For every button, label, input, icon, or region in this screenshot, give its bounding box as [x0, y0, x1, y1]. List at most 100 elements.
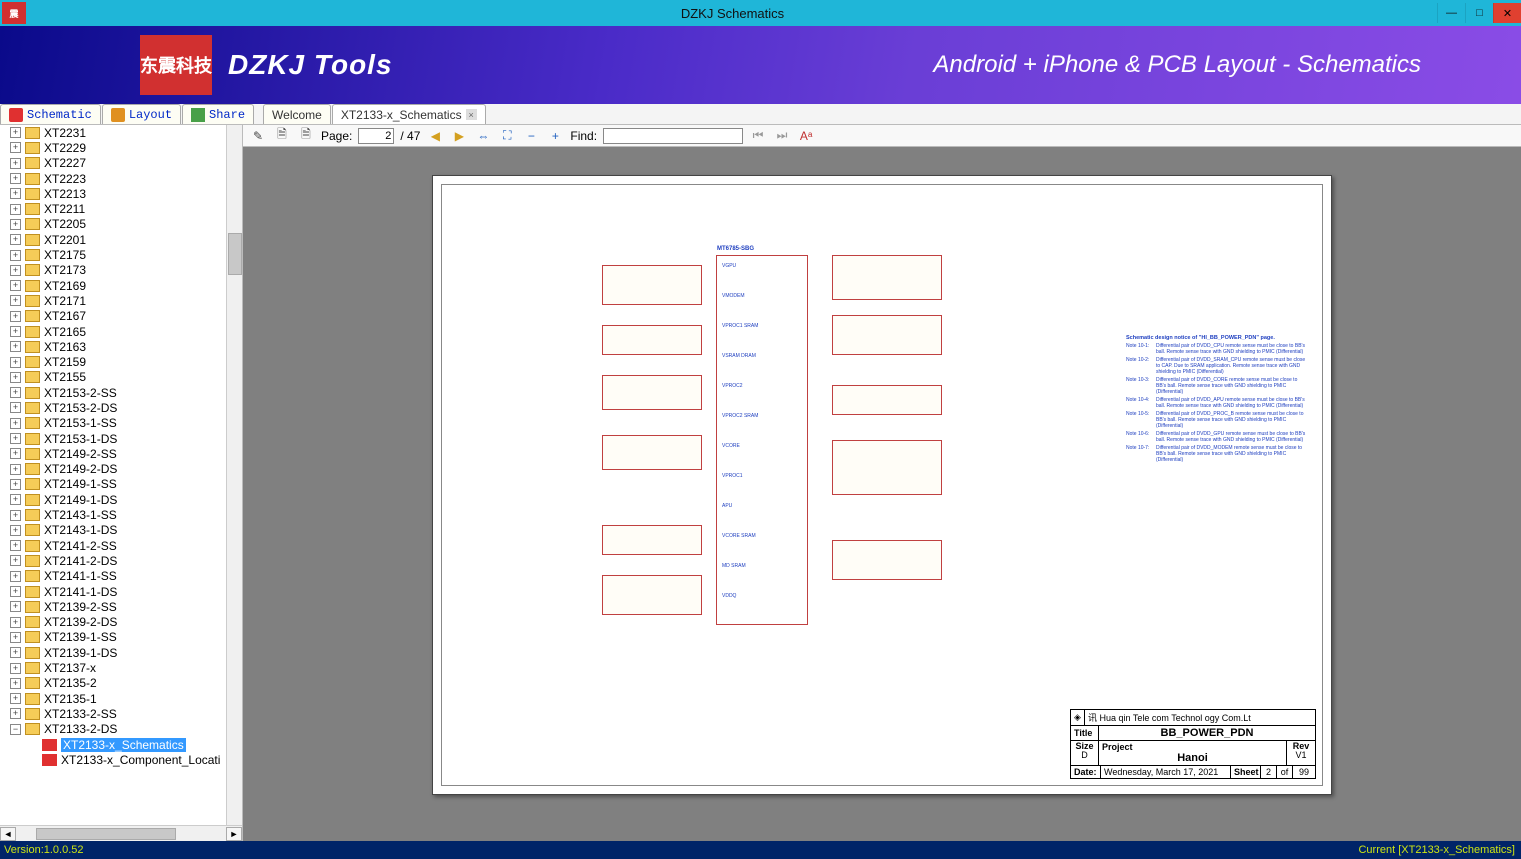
tree-folder-node[interactable]: +XT2213 [10, 186, 242, 201]
expand-icon[interactable]: + [10, 510, 21, 521]
find-next-button[interactable]: ⏭ [773, 127, 791, 145]
zoom-in-button[interactable]: + [546, 127, 564, 145]
window-maximize-button[interactable]: □ [1465, 3, 1493, 23]
tree-folder-node[interactable]: +XT2149-2-SS [10, 446, 242, 461]
expand-icon[interactable]: + [10, 158, 21, 169]
tree-folder-node[interactable]: +XT2169 [10, 278, 242, 293]
scroll-left-button[interactable]: ◄ [0, 827, 16, 841]
tree-folder-node[interactable]: +XT2201 [10, 232, 242, 247]
expand-icon[interactable]: + [10, 555, 21, 566]
tab-layout[interactable]: Layout [102, 104, 181, 124]
tree-folder-node[interactable]: +XT2141-2-SS [10, 538, 242, 553]
window-close-button[interactable]: ✕ [1493, 3, 1521, 23]
tree-folder-node[interactable]: −XT2133-2-DS [10, 722, 242, 737]
tree-folder-node[interactable]: +XT2141-1-DS [10, 584, 242, 599]
expand-icon[interactable]: + [10, 571, 21, 582]
expand-icon[interactable]: + [10, 326, 21, 337]
expand-icon[interactable]: + [10, 265, 21, 276]
expand-icon[interactable]: + [10, 494, 21, 505]
tree-vertical-scrollbar[interactable] [226, 125, 242, 825]
tree-folder-node[interactable]: +XT2139-2-SS [10, 599, 242, 614]
expand-icon[interactable]: + [10, 250, 21, 261]
tree-horizontal-scrollbar[interactable]: ◄ ► [0, 825, 242, 841]
tree-folder-node[interactable]: +XT2149-2-DS [10, 462, 242, 477]
tree-folder-node[interactable]: +XT2141-1-SS [10, 569, 242, 584]
expand-icon[interactable]: + [10, 617, 21, 628]
scroll-right-button[interactable]: ► [226, 827, 242, 841]
tree-folder-node[interactable]: +XT2139-1-SS [10, 630, 242, 645]
expand-icon[interactable]: + [10, 708, 21, 719]
tree-folder-node[interactable]: +XT2149-1-DS [10, 492, 242, 507]
find-input[interactable] [603, 128, 743, 144]
tool-button[interactable]: 🗎 [297, 127, 315, 145]
expand-icon[interactable]: + [10, 234, 21, 245]
expand-icon[interactable]: + [10, 402, 21, 413]
tree-folder-node[interactable]: +XT2227 [10, 156, 242, 171]
tree-folder-node[interactable]: +XT2167 [10, 309, 242, 324]
expand-icon[interactable]: + [10, 601, 21, 612]
expand-icon[interactable]: + [10, 632, 21, 643]
tree-folder-node[interactable]: +XT2231 [10, 125, 242, 140]
expand-icon[interactable]: + [10, 372, 21, 383]
tree-folder-node[interactable]: +XT2211 [10, 201, 242, 216]
tree-folder-node[interactable]: +XT2155 [10, 370, 242, 385]
expand-icon[interactable]: + [10, 280, 21, 291]
close-icon[interactable]: × [466, 109, 477, 120]
tree-folder-node[interactable]: +XT2137-x [10, 660, 242, 675]
tree-folder-node[interactable]: +XT2143-1-DS [10, 523, 242, 538]
tree-folder-node[interactable]: +XT2135-1 [10, 691, 242, 706]
expand-icon[interactable]: + [10, 204, 21, 215]
expand-icon[interactable]: + [10, 540, 21, 551]
tree-folder-node[interactable]: +XT2153-1-SS [10, 416, 242, 431]
expand-icon[interactable]: + [10, 418, 21, 429]
tree-file-node[interactable]: XT2133-x_Component_Locati [10, 752, 242, 767]
page-canvas[interactable]: MT6785-SBG VGPUVMODEMVPRO [243, 147, 1521, 841]
tree-folder-node[interactable]: +XT2139-1-DS [10, 645, 242, 660]
scrollbar-thumb[interactable] [36, 828, 176, 840]
tool-button[interactable]: ✎ [249, 127, 267, 145]
expand-icon[interactable]: + [10, 647, 21, 658]
tree-folder-node[interactable]: +XT2143-1-SS [10, 507, 242, 522]
tree-folder-node[interactable]: +XT2139-2-DS [10, 615, 242, 630]
text-size-button[interactable]: Aᵃ [797, 127, 815, 145]
expand-icon[interactable]: + [10, 678, 21, 689]
expand-icon[interactable]: + [10, 188, 21, 199]
expand-icon[interactable]: + [10, 448, 21, 459]
tree-folder-node[interactable]: +XT2153-2-SS [10, 385, 242, 400]
tree-file-node[interactable]: XT2133-x_Schematics [10, 737, 242, 752]
expand-icon[interactable]: + [10, 219, 21, 230]
expand-icon[interactable]: + [10, 663, 21, 674]
tree-folder-node[interactable]: +XT2173 [10, 263, 242, 278]
tree-folder-node[interactable]: +XT2133-2-SS [10, 706, 242, 721]
tree-folder-node[interactable]: +XT2163 [10, 339, 242, 354]
expand-icon[interactable]: + [10, 387, 21, 398]
tab-share[interactable]: Share [182, 104, 254, 124]
expand-icon[interactable]: + [10, 586, 21, 597]
tree-folder-node[interactable]: +XT2149-1-SS [10, 477, 242, 492]
tree-folder-node[interactable]: +XT2205 [10, 217, 242, 232]
doc-tab-schematics[interactable]: XT2133-x_Schematics × [332, 104, 486, 124]
fit-width-button[interactable]: ⇔ [474, 127, 492, 145]
tree-folder-node[interactable]: +XT2223 [10, 171, 242, 186]
tree-folder-node[interactable]: +XT2171 [10, 293, 242, 308]
expand-icon[interactable]: + [10, 295, 21, 306]
expand-icon[interactable]: + [10, 479, 21, 490]
tree-folder-node[interactable]: +XT2153-1-DS [10, 431, 242, 446]
tree-folder-node[interactable]: +XT2141-2-DS [10, 553, 242, 568]
expand-icon[interactable]: + [10, 433, 21, 444]
tree-folder-node[interactable]: +XT2229 [10, 140, 242, 155]
expand-icon[interactable]: + [10, 127, 21, 138]
expand-icon[interactable]: + [10, 311, 21, 322]
expand-icon[interactable]: + [10, 525, 21, 536]
page-number-input[interactable] [358, 128, 394, 144]
doc-tab-welcome[interactable]: Welcome [263, 104, 331, 124]
find-prev-button[interactable]: ⏮ [749, 127, 767, 145]
fit-page-button[interactable]: ⛶ [498, 127, 516, 145]
zoom-out-button[interactable]: − [522, 127, 540, 145]
tree-folder-node[interactable]: +XT2165 [10, 324, 242, 339]
expand-icon[interactable]: + [10, 464, 21, 475]
tab-schematic[interactable]: Schematic [0, 104, 101, 124]
tree-folder-node[interactable]: +XT2159 [10, 354, 242, 369]
next-page-button[interactable]: ▶ [450, 127, 468, 145]
window-minimize-button[interactable]: — [1437, 3, 1465, 23]
